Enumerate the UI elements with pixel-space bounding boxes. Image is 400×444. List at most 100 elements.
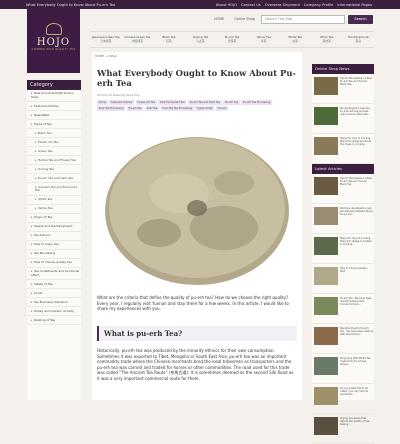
category-item[interactable]: How to enjoy tea	[27, 241, 81, 250]
category-item[interactable]: Herbal Tea and Flower Tea	[27, 156, 81, 166]
nav-other-tea[interactable]: Other Tea 其他茶	[311, 35, 343, 43]
article-tag[interactable]: Pu-erh Tea	[126, 106, 144, 111]
nav-white-tea[interactable]: White Tea 白茶	[279, 35, 311, 43]
sidebar-post[interactable]: Hybrid Tea between a Ripe Pu-erh Tea and…	[312, 74, 374, 104]
header-links: HOME Online Shop	[214, 17, 255, 21]
sidebar-post[interactable]: We have developed a new tea blended betw…	[312, 204, 374, 234]
sidebar-post[interactable]: Pong Qing Wild White Tea made from Pu-er…	[312, 354, 374, 384]
top-link-about[interactable]: About HOJO	[216, 3, 237, 7]
post-caption[interactable]: We have developed a new tea blended betw…	[340, 207, 373, 229]
category-item[interactable]: Newsletter	[27, 111, 81, 121]
category-item[interactable]: Ranking of Tea	[27, 316, 81, 326]
sidebar-post[interactable]: Hybrid Tea between a Ripe Pu-erh Tea and…	[312, 174, 374, 204]
nav-japanese-green-tea[interactable]: Japanese Green Tea 日本绿茶	[90, 35, 122, 43]
top-link-shipment[interactable]: Overseas Shipment	[265, 3, 300, 7]
post-caption[interactable]: We developed a new tea by a Pu-erh tea p…	[340, 107, 373, 129]
post-thumbnail[interactable]	[314, 297, 338, 315]
post-caption[interactable]: Hybrid Tea between a Ripe Pu-erh Tea and…	[340, 177, 373, 199]
post-caption[interactable]: Drying processes that affects the qualit…	[340, 417, 373, 439]
search-button[interactable]: Search	[348, 15, 373, 24]
category-item[interactable]: Foods	[27, 289, 81, 299]
post-caption[interactable]: Pu-erh Tea - We have been directly deali…	[340, 297, 373, 319]
category-item[interactable]: Types of Tea	[27, 120, 81, 130]
top-link-company[interactable]: Company Profile	[304, 3, 333, 7]
post-caption[interactable]: Mang Fei, One of Lincang. Mang Fei villa…	[340, 237, 373, 259]
category-heading: Category	[27, 80, 81, 90]
nav-label-zh: 普洱茶	[227, 38, 237, 43]
post-thumbnail[interactable]	[314, 417, 338, 435]
category-item[interactable]: White Tea	[27, 196, 81, 205]
sidebar-post[interactable]: How to Choose Dragon Well	[312, 264, 374, 294]
category-item[interactable]: Oolong Tea	[27, 165, 81, 175]
category-item[interactable]: Origin of Tea	[27, 214, 81, 223]
post-thumbnail[interactable]	[314, 107, 338, 125]
sidebar-post[interactable]: Menghai Pu-erh (Pu-erh) Tea - We have be…	[312, 324, 374, 354]
category-item[interactable]: Scented Tea and Flavoured Tea	[27, 183, 81, 196]
post-thumbnail[interactable]	[314, 357, 338, 375]
article-tag[interactable]: China	[97, 100, 108, 105]
category-item[interactable]: Tea Column	[27, 232, 81, 241]
category-item[interactable]: Featured Articles	[27, 102, 81, 112]
category-item[interactable]: Yellow Tea	[27, 205, 81, 214]
article-tag[interactable]: Puer Tea Tea Processing	[160, 106, 194, 111]
category-item[interactable]: Tea constituents and functional effect	[27, 268, 81, 281]
post-thumbnail[interactable]	[314, 137, 338, 155]
sidebar-post[interactable]: Do you prefer tea to be called 'one cup'…	[312, 384, 374, 414]
main-nav: Japanese Green Tea 日本绿茶 Chinese Green Tea…	[90, 31, 374, 48]
post-thumbnail[interactable]	[314, 327, 338, 345]
article-tag[interactable]: Featured Articles	[109, 100, 134, 105]
article-tag[interactable]: Puer Tea	[144, 106, 160, 111]
nav-label-zh: 白茶	[292, 38, 298, 43]
post-caption[interactable]: How to Choose Dragon Well	[340, 267, 373, 289]
article-tag[interactable]: Flower Art Tea	[135, 100, 157, 105]
article-tag[interactable]: Pu-erh Tea Processing	[241, 100, 273, 105]
sidebar-post[interactable]: Pu-erh Tea - We have been directly deali…	[312, 294, 374, 324]
post-caption[interactable]: Do you prefer tea to be called 'one cup'…	[340, 387, 373, 409]
category-item[interactable]: Flower Art Tea	[27, 138, 81, 148]
breadcrumb[interactable]: HOME > Other	[95, 54, 117, 58]
post-caption[interactable]: Mang Fei, One of Lincang. Mang Fei villa…	[340, 137, 373, 159]
post-thumbnail[interactable]	[314, 267, 338, 285]
post-thumbnail[interactable]	[314, 77, 338, 95]
category-item[interactable]: Black Tea	[27, 129, 81, 139]
nav-label-zh: 中国绿茶	[131, 38, 143, 43]
nav-yellow-tea[interactable]: Yellow Tea 黄茶	[248, 35, 280, 43]
sidebar-post[interactable]: We developed a new tea by a Pu-erh tea p…	[312, 104, 374, 134]
home-link[interactable]: HOME	[214, 17, 224, 21]
post-caption[interactable]: Hybrid Tea between a Ripe Pu-erh Tea and…	[340, 77, 373, 99]
category-item[interactable]: Green Tea	[27, 147, 81, 157]
category-item[interactable]: How to choose quality tea	[27, 259, 81, 268]
top-link-international[interactable]: International Pages	[337, 3, 372, 7]
top-link-contact[interactable]: Contact Us	[241, 3, 261, 7]
nav-pu-erh-tea[interactable]: Pu-erh Tea 普洱茶	[216, 35, 248, 43]
nav-chinese-green-tea[interactable]: Chinese Green Tea 中国绿茶	[122, 35, 154, 43]
article-tag[interactable]: Yunnan	[215, 106, 229, 111]
category-item[interactable]: New Arrival at HOJO Online Shop	[27, 90, 81, 103]
nav-oolong-tea[interactable]: Oolong Tea 乌龙茶	[185, 35, 217, 43]
nav-tea-equipment[interactable]: Tea Equipment 茶具	[343, 35, 375, 43]
category-item[interactable]: Pu-erh Tea and Dark Tea	[27, 174, 81, 184]
sidebar-post[interactable]: Drying processes that affects the qualit…	[312, 414, 374, 444]
post-thumbnail[interactable]	[314, 387, 338, 405]
article-tag[interactable]: Post Fermented Tea	[158, 100, 187, 105]
article-tag[interactable]: Puer Tea Processing	[97, 106, 126, 111]
article-tag[interactable]: Pu-erh Tea	[223, 100, 240, 105]
sidebar-post[interactable]: Mang Fei, One of Lincang. Mang Fei villa…	[312, 134, 374, 164]
category-item[interactable]: Hobby and Outdoor Activity	[27, 307, 81, 317]
post-caption[interactable]: Pong Qing Wild White Tea made from Pu-er…	[340, 357, 373, 379]
category-item[interactable]: Safety of Tea	[27, 280, 81, 290]
category-item[interactable]: Teapot and Tea Equipment	[27, 223, 81, 232]
site-logo[interactable]: HOJO CHINESE HIGH QUALITY TEA	[27, 9, 80, 73]
post-thumbnail[interactable]	[314, 237, 338, 255]
post-caption[interactable]: Menghai Pu-erh (Pu-erh) Tea - We have be…	[340, 327, 373, 349]
search-input[interactable]: Search This Site	[261, 15, 345, 24]
online-shop-link[interactable]: Online Shop	[234, 17, 255, 21]
sidebar-post[interactable]: Mang Fei, One of Lincang. Mang Fei villa…	[312, 234, 374, 264]
article-tag[interactable]: Types of Tea	[195, 106, 215, 111]
category-item[interactable]: Tea Processing	[27, 250, 81, 259]
article-tag[interactable]: Pu-erh Tea and Dark Tea	[187, 100, 222, 105]
nav-black-tea[interactable]: Black Tea 红茶	[153, 35, 185, 43]
category-item[interactable]: Tea Business Operation	[27, 298, 81, 308]
post-thumbnail[interactable]	[314, 177, 338, 195]
post-thumbnail[interactable]	[314, 207, 338, 225]
